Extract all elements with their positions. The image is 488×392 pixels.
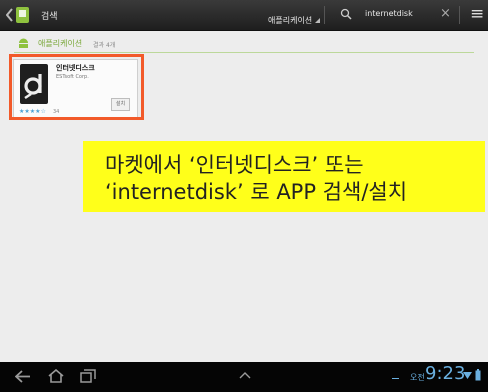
back-button[interactable]	[5, 4, 32, 26]
callout-line-1: 마켓에서 ‘인터넷디스크’ 또는	[105, 153, 364, 177]
clock-time: 9:23	[425, 363, 466, 384]
filter-dropdown[interactable]: 애플리케이션	[268, 8, 314, 25]
section-divider	[14, 52, 474, 53]
filter-label: 애플리케이션	[268, 16, 313, 25]
market-icon	[5, 7, 29, 23]
chevron-up-icon[interactable]	[239, 372, 251, 379]
search-title: 검색	[41, 12, 58, 22]
instruction-callout: 마켓에서 ‘인터넷디스크’ 또는 ‘internetdisk’ 로 APP 검색…	[83, 141, 485, 212]
highlight-frame	[9, 54, 144, 120]
android-app-icon	[19, 38, 28, 48]
overflow-menu-icon[interactable]: ≡	[470, 4, 484, 24]
callout-line-2: ‘internetdisk’ 로 APP 검색/설치	[105, 180, 408, 204]
home-nav-icon[interactable]	[48, 369, 64, 383]
results-category: 애플리케이션	[38, 39, 83, 48]
back-nav-icon[interactable]	[15, 370, 31, 383]
search-input[interactable]: internetdisk	[365, 9, 445, 18]
time-ampm: 오전	[410, 373, 425, 382]
action-bar: 검색 애플리케이션 internetdisk × ≡	[0, 0, 488, 31]
results-count: 결과 4개	[93, 42, 116, 49]
recent-apps-icon[interactable]	[80, 369, 96, 383]
divider	[459, 6, 460, 24]
search-icon[interactable]	[340, 8, 352, 20]
dropdown-corner-icon	[315, 18, 320, 23]
wifi-icon	[463, 372, 472, 379]
minimize-dash-icon	[392, 378, 399, 379]
clear-search-icon[interactable]: ×	[440, 6, 451, 21]
battery-icon	[475, 369, 481, 381]
divider	[324, 6, 325, 24]
